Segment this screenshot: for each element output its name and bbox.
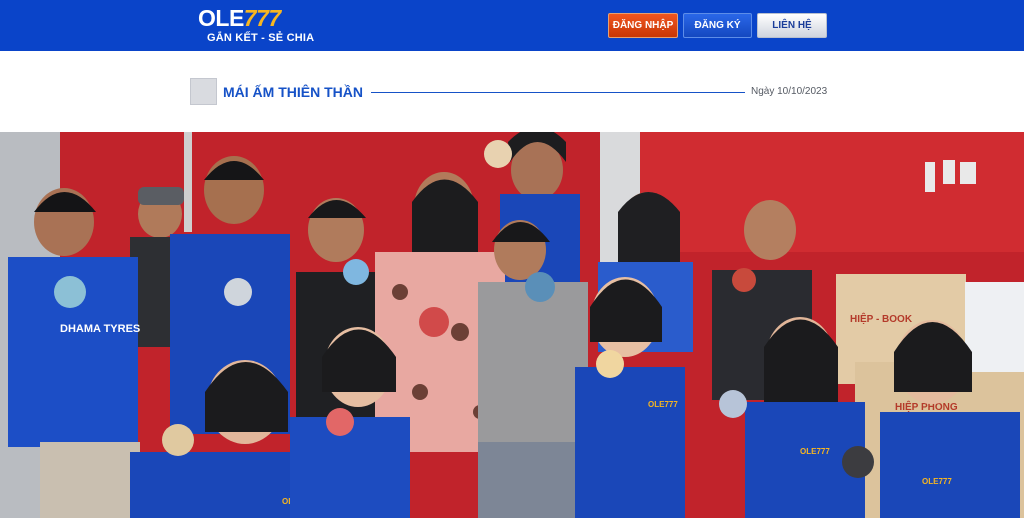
- logo-brand: OLE: [198, 5, 244, 31]
- article-title: MÁI ẤM THIÊN THẦN: [223, 84, 363, 100]
- wall-switch-3: [960, 162, 976, 184]
- login-button[interactable]: ĐĂNG NHẬP: [608, 13, 678, 38]
- figurine-1: [484, 140, 512, 168]
- hero-photo: HIỆP - BOOK HIỆP PHONG DHAMA TYRES OLE77…: [0, 132, 1024, 518]
- title-divider: [371, 92, 745, 93]
- figurine-10: [162, 424, 194, 456]
- article-date: Ngày 10/10/2023: [751, 86, 828, 97]
- box-label-1: HIỆP - BOOK: [850, 312, 913, 325]
- logo-tagline: GẮN KẾT - SẺ CHIA: [207, 32, 315, 44]
- group-photo-illustration: HIỆP - BOOK HIỆP PHONG DHAMA TYRES OLE77…: [0, 132, 1024, 518]
- figurine-6: [525, 272, 555, 302]
- plastic-bag: [965, 282, 1024, 372]
- wall-switch-1: [925, 162, 935, 192]
- contact-button[interactable]: LIÊN HỆ: [757, 13, 827, 38]
- figurine-4: [343, 259, 369, 285]
- jersey-sponsor: DHAMA TYRES: [60, 323, 140, 335]
- figurine-11: [326, 408, 354, 436]
- wall-pipe: [184, 132, 192, 232]
- figurine-3: [224, 278, 252, 306]
- register-button[interactable]: ĐĂNG KÝ: [683, 13, 752, 38]
- figurine-9: [719, 390, 747, 418]
- logo-wordmark: OLE777: [198, 6, 281, 30]
- right-wall-upper: [640, 132, 1024, 252]
- figurine-7: [732, 268, 756, 292]
- logo-number: 777: [243, 5, 281, 31]
- wall-switch-2: [943, 160, 955, 184]
- figurine-12: [842, 446, 874, 478]
- figurine-2: [54, 276, 86, 308]
- ole777-logo[interactable]: OLE777 GẮN KẾT - SẺ CHIA: [198, 6, 316, 46]
- article-thumbnail: [190, 78, 217, 105]
- shirt-logo-2: OLE777: [648, 400, 678, 409]
- figurine-5: [419, 307, 449, 337]
- shirt-logo-4: OLE777: [922, 477, 952, 486]
- shirt-logo-3: OLE777: [800, 447, 830, 456]
- top-navbar: OLE777 GẮN KẾT - SẺ CHIA ĐĂNG NHẬP ĐĂNG …: [0, 0, 1024, 51]
- article-header: MÁI ẤM THIÊN THẦN Ngày 10/10/2023: [0, 51, 1024, 132]
- figurine-8: [596, 350, 624, 378]
